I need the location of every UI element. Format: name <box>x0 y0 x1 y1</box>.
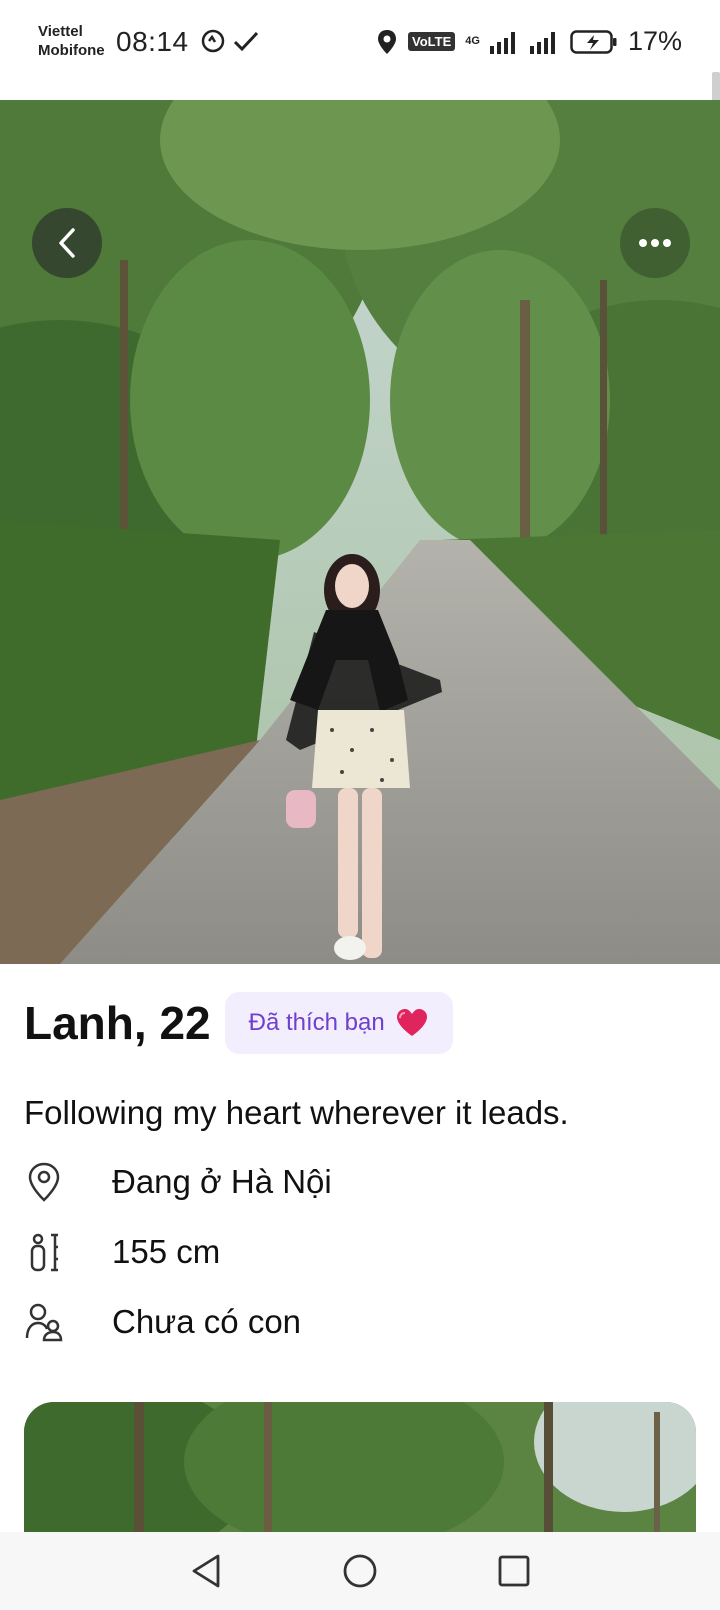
profile-bio: Following my heart wherever it leads. <box>24 1094 569 1131</box>
sync-icon <box>201 29 225 53</box>
children-label: Chưa có con <box>112 1303 302 1340</box>
status-bar: Viettel Mobifone 08:14 VoLTE 4G 17% <box>0 0 720 102</box>
height-icon <box>24 1232 64 1272</box>
system-icons: VoLTE 4G 17% <box>376 26 682 57</box>
network-type-label: 4G <box>465 35 480 47</box>
profile-photo-2[interactable] <box>24 1402 696 1542</box>
nav-back-button[interactable] <box>184 1549 228 1593</box>
square-recents-icon <box>498 1555 530 1587</box>
height-label: 155 cm <box>112 1233 221 1270</box>
circle-home-icon <box>343 1554 377 1588</box>
signal-icon <box>489 31 515 54</box>
liked-badge-label: Đã thích bạn <box>248 1009 385 1036</box>
nav-home-button[interactable] <box>338 1549 382 1593</box>
chevron-left-icon <box>59 228 75 258</box>
family-icon <box>24 1302 64 1342</box>
carrier-label: Viettel Mobifone <box>38 22 105 60</box>
back-button[interactable] <box>32 208 102 278</box>
signal-2-icon <box>529 31 555 54</box>
triangle-back-icon <box>192 1554 220 1588</box>
carrier-line-1: Viettel <box>38 23 83 40</box>
notification-icons <box>200 28 260 54</box>
height-row: 155 cm <box>24 1232 220 1272</box>
map-pin-icon <box>24 1162 64 1202</box>
more-horizontal-icon <box>639 239 671 247</box>
photo-forest-road <box>0 100 720 964</box>
carrier-line-2: Mobifone <box>38 42 105 59</box>
location-row: Đang ở Hà Nội <box>24 1162 332 1202</box>
scrollbar[interactable] <box>712 72 720 102</box>
profile-name-age: Lanh, 22 <box>24 997 211 1049</box>
photo-forest <box>24 1402 696 1542</box>
check-icon <box>233 31 259 52</box>
children-row: Chưa có con <box>24 1302 301 1342</box>
nav-recents-button[interactable] <box>492 1549 536 1593</box>
heart-icon <box>396 1009 427 1036</box>
network-type: 4G <box>465 36 480 47</box>
clock: 08:14 <box>116 26 189 57</box>
name-row: Lanh, 22 Đã thích bạn <box>24 992 453 1054</box>
more-options-button[interactable] <box>620 208 690 278</box>
volte-badge: VoLTE <box>408 32 456 51</box>
battery-percent: 17% <box>627 26 682 56</box>
battery-charging-icon <box>570 29 617 54</box>
location-icon <box>378 29 397 54</box>
profile-photo[interactable] <box>0 100 720 964</box>
liked-you-badge: Đã thích bạn <box>224 992 453 1054</box>
location-label: Đang ở Hà Nội <box>112 1163 332 1200</box>
system-nav-bar <box>0 1532 720 1610</box>
